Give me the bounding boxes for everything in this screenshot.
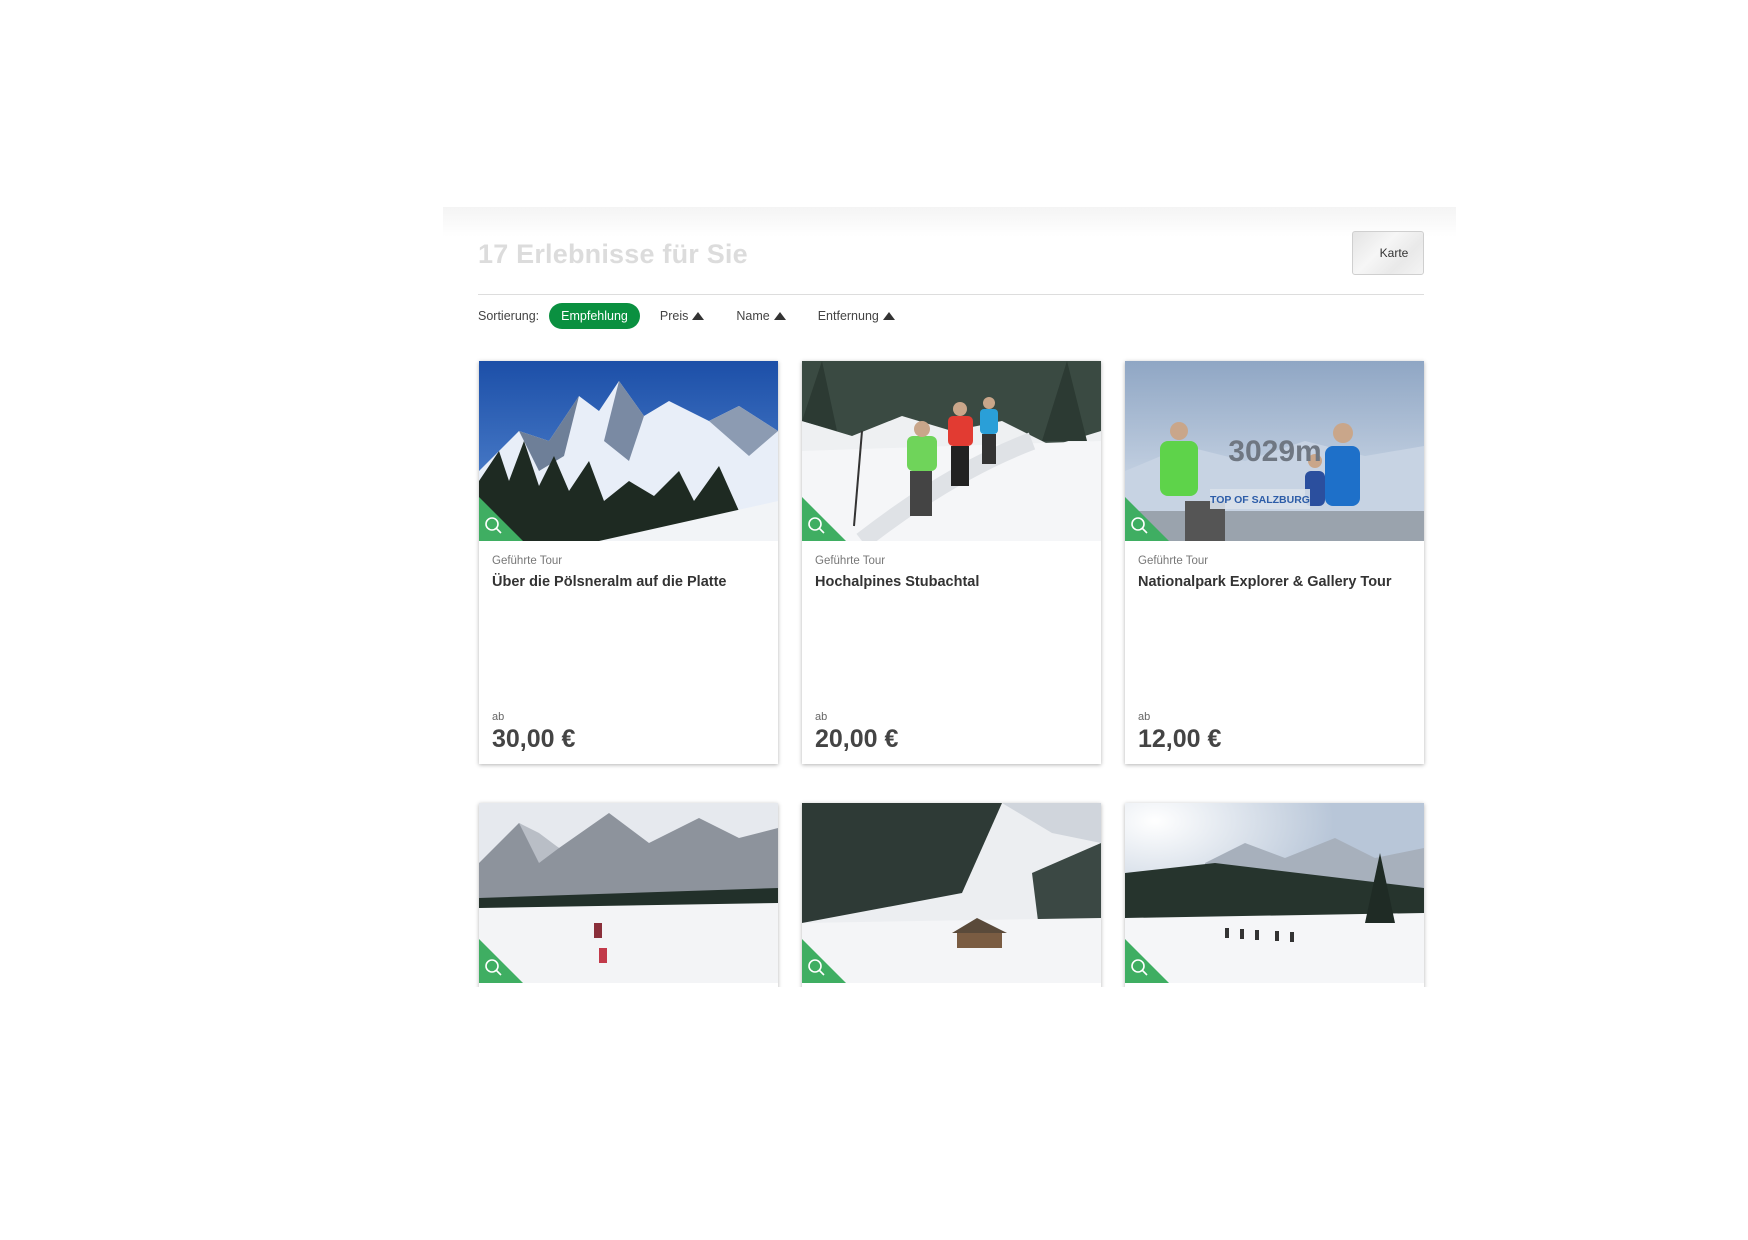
experience-card[interactable] (802, 803, 1101, 987)
magnifier-icon[interactable] (802, 939, 846, 983)
card-title[interactable]: Über die Pölsneralm auf die Platte (492, 574, 765, 590)
magnifier-icon[interactable] (479, 939, 523, 983)
card-price: 20,00 € (815, 725, 899, 753)
sort-distance-label: Entfernung (817, 309, 879, 323)
card-image[interactable] (1125, 803, 1424, 983)
card-title[interactable]: Hochalpines Stubachtal (815, 574, 1088, 590)
card-image[interactable] (802, 803, 1101, 983)
sort-price-label: Preis (659, 309, 689, 323)
card-image[interactable] (479, 803, 778, 983)
sort-recommendation-button[interactable]: Empfehlung (549, 303, 640, 329)
sort-bar: Sortierung: Empfehlung Preis Name Entfer… (478, 301, 915, 331)
magnifier-icon[interactable] (1125, 939, 1169, 983)
experience-card[interactable] (479, 803, 778, 987)
card-price-prefix: ab (492, 711, 505, 723)
valley-hikers-image (479, 803, 778, 983)
sort-label: Sortierung: (478, 309, 540, 323)
summit-platform-image: 3029m TOP OF SALZBURG (1125, 361, 1424, 541)
card-image[interactable]: 3029m TOP OF SALZBURG (1125, 361, 1424, 541)
sort-distance-button[interactable]: Entfernung (806, 303, 907, 329)
results-panel: 17 Erlebnisse für Sie Karte Sortierung: … (443, 207, 1456, 987)
card-body: Geführte Tour Über die Pölsneralm auf di… (479, 541, 778, 764)
experience-card[interactable]: Geführte Tour Über die Pölsneralm auf di… (479, 361, 778, 764)
sort-up-arrow-icon (692, 312, 705, 320)
results-title: 17 Erlebnisse für Sie (478, 239, 748, 269)
snowshoe-hikers-image (802, 361, 1101, 541)
experience-card[interactable]: Geführte Tour Hochalpines Stubachtal ab … (802, 361, 1101, 764)
alpine-hut-forest-image (802, 803, 1101, 983)
sort-name-label: Name (736, 309, 770, 323)
card-body: Geführte Tour Nationalpark Explorer & Ga… (1125, 541, 1424, 764)
map-button[interactable]: Karte (1352, 231, 1424, 275)
mountain-peaks-forest-image (479, 361, 778, 541)
sort-up-arrow-icon (773, 312, 786, 320)
card-category: Geführte Tour (492, 555, 563, 567)
sunny-snow-field-image (1125, 803, 1424, 983)
card-price: 30,00 € (492, 725, 576, 753)
magnifier-icon[interactable] (802, 497, 846, 541)
experience-card[interactable]: 3029m TOP OF SALZBURG Geführte Tour Nati… (1125, 361, 1424, 764)
card-image[interactable] (479, 361, 778, 541)
card-category: Geführte Tour (1138, 555, 1209, 567)
sort-recommendation-label: Empfehlung (561, 309, 628, 323)
sort-price-button[interactable]: Preis (648, 303, 716, 329)
card-body: Geführte Tour Hochalpines Stubachtal ab … (802, 541, 1101, 764)
results-header: 17 Erlebnisse für Sie Karte (478, 229, 1424, 295)
card-title[interactable]: Nationalpark Explorer & Gallery Tour (1138, 574, 1411, 590)
card-price-prefix: ab (815, 711, 828, 723)
sign-subtext: TOP OF SALZBURG (1210, 494, 1310, 506)
card-category: Geführte Tour (815, 555, 886, 567)
experience-card[interactable] (1125, 803, 1424, 987)
card-image[interactable] (802, 361, 1101, 541)
card-price: 12,00 € (1138, 725, 1222, 753)
magnifier-icon[interactable] (479, 497, 523, 541)
sign-altitude-text: 3029m (1228, 435, 1321, 468)
sort-up-arrow-icon (882, 312, 895, 320)
card-price-prefix: ab (1138, 711, 1151, 723)
magnifier-icon[interactable] (1125, 497, 1169, 541)
sort-name-button[interactable]: Name (724, 303, 797, 329)
